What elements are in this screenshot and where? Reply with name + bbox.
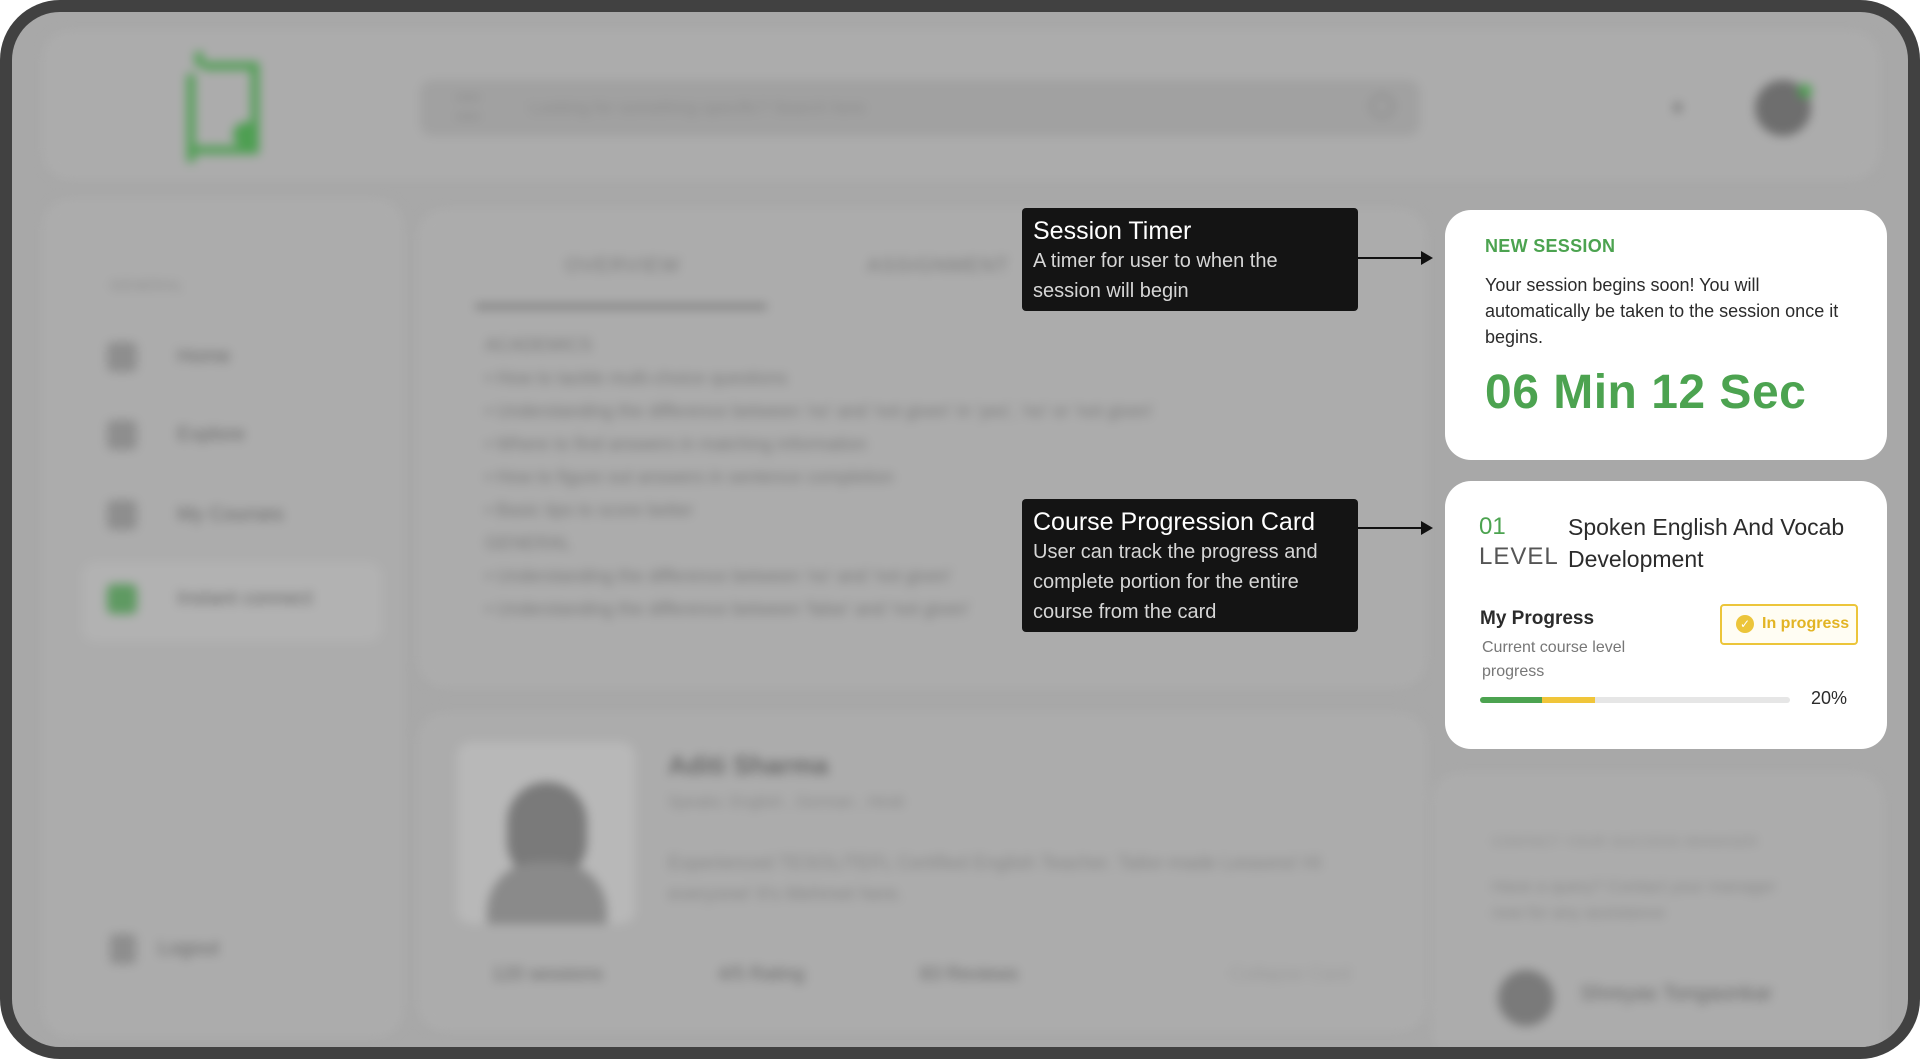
tutor-name: Aditi Sharma bbox=[668, 750, 829, 780]
content-line: • Where to find answers in matching info… bbox=[485, 434, 867, 454]
session-timer-callout: Session Timer A timer for user to when t… bbox=[1022, 208, 1358, 311]
arrow-right-icon bbox=[1421, 251, 1433, 265]
sidebar-item-label: Instant connect bbox=[177, 587, 313, 610]
progress-segment-completed bbox=[1480, 697, 1542, 703]
level-label: LEVEL bbox=[1479, 543, 1559, 570]
sidebar-item-label: Explore bbox=[177, 423, 245, 446]
search-input[interactable]: Looking for something specific? Search h… bbox=[530, 98, 865, 118]
content-heading: ACADEMICS bbox=[485, 335, 593, 355]
callout-title: Course Progression Card bbox=[1033, 508, 1316, 536]
courses-icon bbox=[107, 500, 137, 530]
sidebar-item-my-courses[interactable]: My Courses bbox=[107, 500, 284, 530]
collapse-card-link[interactable]: Collapse Card bbox=[1230, 964, 1350, 986]
logout-button[interactable]: Logout bbox=[110, 934, 219, 964]
callout-description: A timer for user to when the session wil… bbox=[1033, 250, 1278, 302]
content-line: • Basic tips to score better bbox=[485, 500, 694, 520]
course-progression-card[interactable]: 01 LEVEL Spoken English And Vocab Develo… bbox=[1445, 481, 1887, 749]
callout-title: Session Timer bbox=[1033, 217, 1192, 245]
app-logo bbox=[187, 52, 267, 162]
online-status-dot bbox=[1798, 84, 1812, 98]
progress-segment-current bbox=[1542, 697, 1595, 703]
status-badge: ✓ In progress bbox=[1720, 604, 1858, 645]
manager-avatar bbox=[1498, 970, 1554, 1026]
content-line: • Understanding the difference between '… bbox=[485, 566, 953, 586]
callout-arrow-line bbox=[1358, 527, 1428, 529]
sidebar-item-label: My Courses bbox=[177, 503, 284, 526]
sidebar-item-instant-connect[interactable]: Instant connect bbox=[107, 584, 313, 614]
course-progression-callout: Course Progression Card User can track t… bbox=[1022, 499, 1358, 632]
sidebar-section-label: GENERAL bbox=[110, 277, 184, 293]
tutor-sessions: 120 sessions bbox=[492, 964, 603, 985]
sidebar-item-label: Home bbox=[177, 345, 231, 368]
device-frame: Looking for something specific? Search h… bbox=[0, 0, 1920, 1059]
tutor-photo bbox=[457, 742, 635, 924]
callout-description: User can track the progress and complete… bbox=[1033, 541, 1318, 623]
check-circle-icon: ✓ bbox=[1736, 615, 1754, 633]
session-description: Your session begins soon! You will autom… bbox=[1485, 275, 1839, 347]
tab-assignment[interactable]: ASSIGNMENT bbox=[867, 255, 1009, 278]
app-screen: Looking for something specific? Search h… bbox=[12, 12, 1908, 1047]
search-icon[interactable] bbox=[1370, 94, 1394, 118]
content-line: • Understanding the difference between '… bbox=[485, 401, 1154, 421]
content-line: • How to tackle multi-choice questions bbox=[485, 368, 788, 388]
progress-label: My Progress bbox=[1480, 608, 1595, 629]
session-heading: NEW SESSION bbox=[1485, 236, 1616, 256]
contact-text: Have a query? Contact your manager now f… bbox=[1492, 877, 1776, 922]
explore-icon bbox=[107, 420, 137, 450]
content-heading: GENERAL bbox=[485, 533, 572, 553]
callout-arrow-line bbox=[1358, 257, 1428, 259]
tutor-reviews: 83 Reviews bbox=[920, 964, 1019, 985]
course-title: Spoken English And Vocab Development bbox=[1568, 514, 1845, 572]
search-bar[interactable]: Looking for something specific? Search h… bbox=[420, 80, 1420, 136]
active-tab-indicator bbox=[475, 304, 767, 309]
new-session-card: NEW SESSION Your session begins soon! Yo… bbox=[1445, 210, 1887, 460]
contact-heading: CONTACT YOUR SUCCESS MANAGER bbox=[1492, 834, 1759, 849]
logout-icon bbox=[110, 934, 136, 964]
notification-bell-icon[interactable]: ♦ bbox=[1672, 94, 1683, 120]
status-label: In progress bbox=[1762, 615, 1850, 632]
session-countdown: 06 Min 12 Sec bbox=[1485, 366, 1807, 419]
manager-name: Shreyas Tongaonkar bbox=[1580, 982, 1773, 1005]
progress-bar bbox=[1480, 697, 1790, 703]
content-line: • How to figure out answers in sentence … bbox=[485, 467, 894, 487]
tutor-rating: 4/5 Rating bbox=[718, 964, 805, 985]
progress-subtitle: Current course level progress bbox=[1482, 639, 1626, 680]
sidebar-item-explore[interactable]: Explore bbox=[107, 420, 245, 450]
instant-connect-icon bbox=[107, 584, 137, 614]
level-number: 01 bbox=[1479, 513, 1506, 540]
menu-icon[interactable] bbox=[456, 96, 480, 118]
logout-label: Logout bbox=[158, 937, 220, 960]
sidebar-item-home[interactable]: Home bbox=[107, 342, 230, 372]
tutor-languages: Speaks: English , German , Hindi bbox=[668, 794, 904, 811]
arrow-right-icon bbox=[1421, 521, 1433, 535]
tab-overview[interactable]: OVERVIEW bbox=[565, 255, 680, 278]
home-icon bbox=[107, 342, 137, 372]
tutor-bio: Experienced TESOL/TEFL Certified English… bbox=[668, 853, 1322, 905]
content-line: • Understanding the difference between '… bbox=[485, 599, 971, 619]
progress-percent: 20% bbox=[1811, 688, 1848, 708]
